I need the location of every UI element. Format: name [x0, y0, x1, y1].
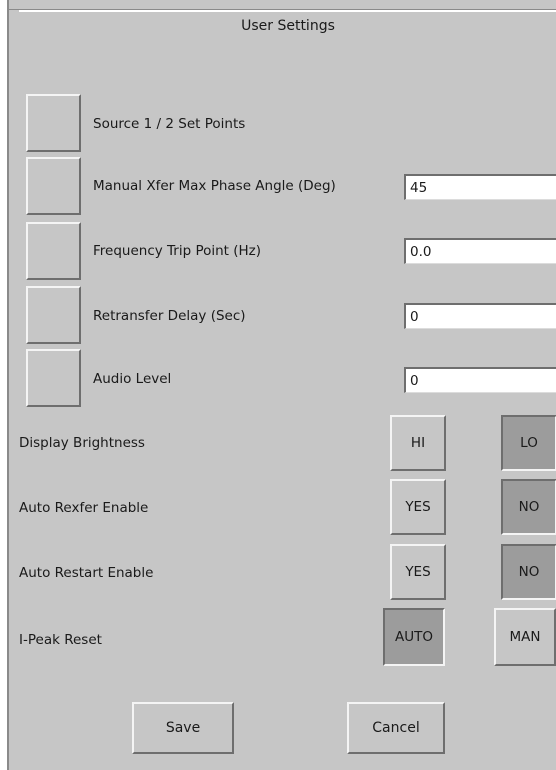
manual-xfer-phase-angle-field[interactable]: 45: [404, 174, 556, 200]
save-button[interactable]: Save: [132, 702, 234, 754]
source-set-points-label: Source 1 / 2 Set Points: [93, 116, 246, 132]
source-set-points-button[interactable]: [26, 94, 81, 152]
retransfer-delay-button[interactable]: [26, 286, 81, 344]
manual-xfer-phase-angle-label: Manual Xfer Max Phase Angle (Deg): [93, 178, 336, 194]
auto-restart-enable-label: Auto Restart Enable: [19, 565, 154, 581]
display-brightness-lo-button[interactable]: LO: [501, 415, 556, 471]
display-brightness-hi-button[interactable]: HI: [390, 415, 446, 471]
i-peak-man-button[interactable]: MAN: [494, 608, 556, 666]
dialog-title: User Settings: [19, 10, 556, 40]
audio-level-field[interactable]: 0: [404, 367, 556, 393]
audio-level-button[interactable]: [26, 349, 81, 407]
display-brightness-label: Display Brightness: [19, 435, 145, 451]
i-peak-reset-label: I-Peak Reset: [19, 632, 102, 648]
audio-level-label: Audio Level: [93, 371, 172, 387]
auto-rexfer-yes-button[interactable]: YES: [390, 479, 446, 535]
i-peak-auto-button[interactable]: AUTO: [383, 608, 445, 666]
cancel-button[interactable]: Cancel: [347, 702, 445, 754]
frequency-trip-point-field[interactable]: 0.0: [404, 238, 556, 264]
user-settings-dialog: User Settings Source 1 / 2 Set Points Ma…: [7, 0, 556, 770]
auto-rexfer-enable-label: Auto Rexfer Enable: [19, 500, 149, 516]
manual-xfer-phase-angle-button[interactable]: [26, 157, 81, 215]
auto-restart-no-button[interactable]: NO: [501, 544, 556, 600]
frequency-trip-point-label: Frequency Trip Point (Hz): [93, 243, 262, 259]
auto-rexfer-no-button[interactable]: NO: [501, 479, 556, 535]
dialog-top-strip: [9, 0, 556, 10]
retransfer-delay-field[interactable]: 0: [404, 303, 556, 329]
retransfer-delay-label: Retransfer Delay (Sec): [93, 308, 246, 324]
frequency-trip-point-button[interactable]: [26, 222, 81, 280]
auto-restart-yes-button[interactable]: YES: [390, 544, 446, 600]
